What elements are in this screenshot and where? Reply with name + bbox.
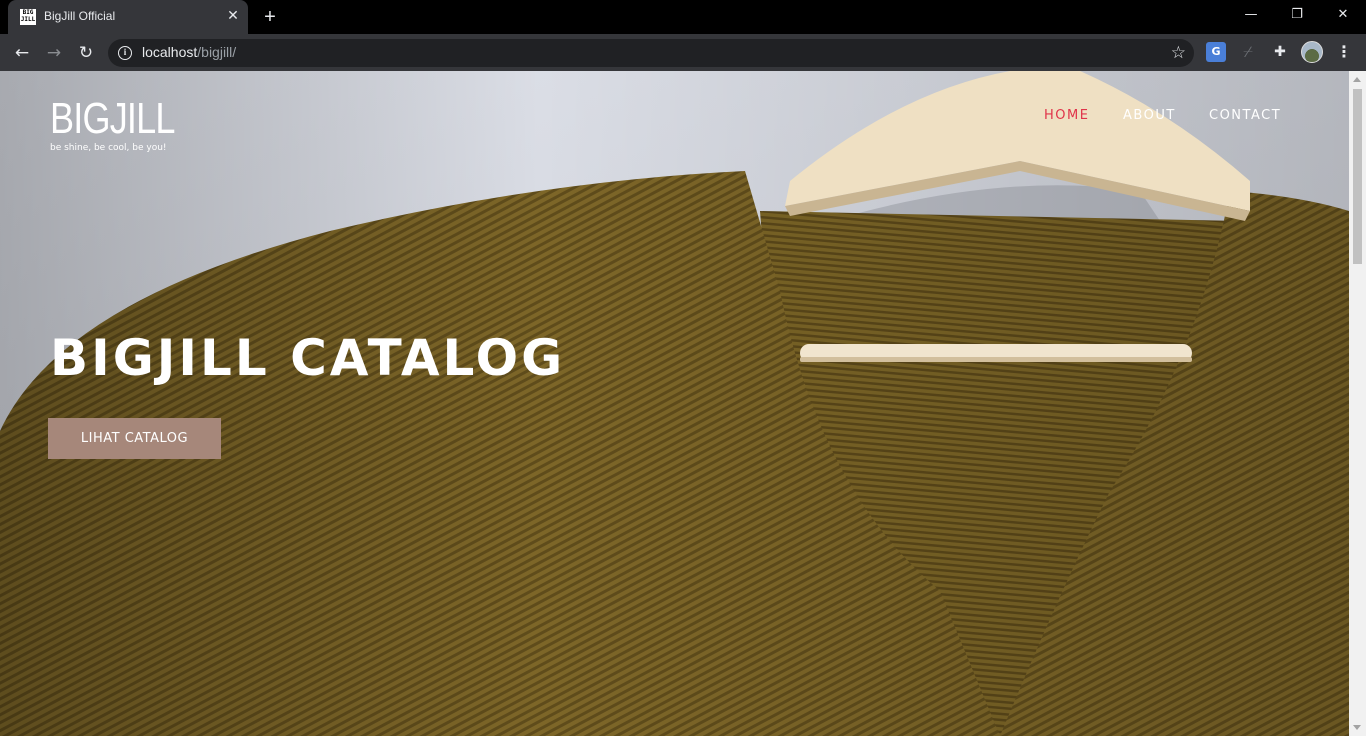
nav-home[interactable]: HOME: [1044, 108, 1089, 123]
bookmark-star-icon[interactable]: ☆: [1171, 42, 1186, 64]
minimize-button[interactable]: —: [1228, 0, 1274, 30]
forward-icon[interactable]: →: [42, 41, 66, 65]
restore-button[interactable]: ❐: [1274, 0, 1320, 30]
site-info-icon[interactable]: i: [118, 46, 132, 60]
nav-contact[interactable]: CONTACT: [1209, 108, 1281, 123]
hero-section: BIGJILL be shine, be cool, be you! HOME …: [0, 71, 1349, 736]
site-favicon-icon: BIG JILL: [20, 9, 36, 25]
scroll-down-icon[interactable]: [1353, 725, 1361, 730]
page-viewport: BIGJILL be shine, be cool, be you! HOME …: [0, 71, 1366, 736]
scroll-up-icon[interactable]: [1353, 77, 1361, 82]
page-scrollbar[interactable]: [1349, 71, 1366, 736]
hero-title: BIGJILL CATALOG: [50, 329, 566, 387]
reload-icon[interactable]: ↻: [74, 41, 98, 65]
hero-background-image: [0, 71, 1349, 736]
window-close-button[interactable]: ✕: [1320, 0, 1366, 30]
browser-tab-bar: BIG JILL BigJill Official ✕ + — ❐ ✕: [0, 0, 1366, 34]
browser-toolbar: ← → ↻ i localhost/bigjill/ ☆ G ⌿ ✚ ⋮: [0, 34, 1366, 71]
view-catalog-button[interactable]: LIHAT CATALOG: [48, 418, 221, 459]
back-icon[interactable]: ←: [10, 41, 34, 65]
translate-extension-icon[interactable]: G: [1206, 42, 1226, 62]
site-logo[interactable]: BIGJILL be shine, be cool, be you!: [50, 94, 202, 154]
logo-wordmark: BIGJILL: [50, 94, 175, 143]
profile-avatar[interactable]: [1301, 41, 1323, 63]
address-bar[interactable]: i localhost/bigjill/ ☆: [108, 39, 1194, 67]
url-text[interactable]: localhost/bigjill/: [142, 44, 236, 60]
new-tab-button[interactable]: +: [258, 5, 282, 29]
disabled-extension-icon[interactable]: ⌿: [1238, 42, 1258, 62]
url-path: /bigjill/: [197, 44, 237, 60]
tab-close-icon[interactable]: ✕: [224, 7, 242, 25]
nav-about[interactable]: ABOUT: [1123, 108, 1176, 123]
url-host: localhost: [142, 44, 198, 60]
tab-title: BigJill Official: [44, 9, 116, 23]
extensions-puzzle-icon[interactable]: ✚: [1270, 42, 1290, 62]
browser-tab[interactable]: BIG JILL BigJill Official ✕: [8, 0, 248, 34]
logo-tagline: be shine, be cool, be you!: [50, 143, 167, 153]
scrollbar-thumb[interactable]: [1353, 89, 1362, 264]
browser-menu-icon[interactable]: ⋮: [1334, 42, 1354, 62]
